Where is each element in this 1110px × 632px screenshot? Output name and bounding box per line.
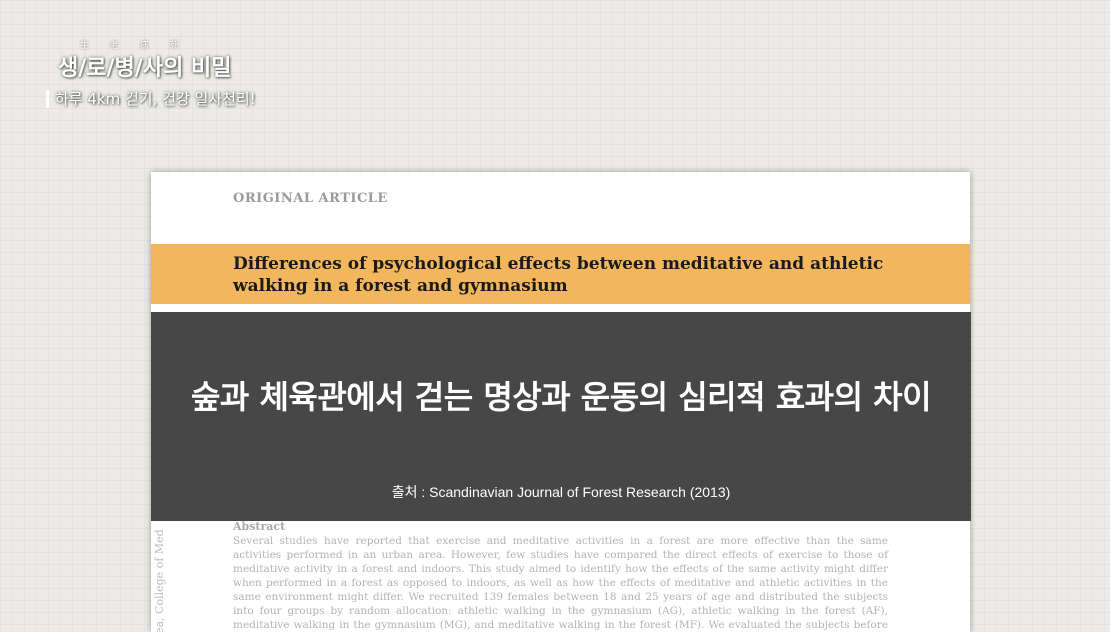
source-citation: 출처 : Scandinavian Journal of Forest Rese… <box>391 484 731 500</box>
article-type-label: ORIGINAL ARTICLE <box>233 191 388 206</box>
program-logo: 生 老 病 死 생/로/병/사의 비밀 하루 4km 걷기, 건강 일사천리! <box>46 38 258 108</box>
article-title-band: Differences of psychological effects bet… <box>151 244 970 304</box>
abstract-section: Abstract Several studies have reported t… <box>233 520 888 632</box>
abstract-body: Several studies have reported that exerc… <box>233 535 888 631</box>
episode-subtitle: 하루 4km 걷기, 건강 일사천리! <box>46 90 256 108</box>
korean-caption-title: 숲과 체육관에서 걷는 명상과 운동의 심리적 효과의 차이 <box>190 378 932 416</box>
caption-overlay: 숲과 체육관에서 걷는 명상과 운동의 심리적 효과의 차이 출처 : Scan… <box>151 312 971 521</box>
abstract-heading: Abstract <box>233 520 286 533</box>
article-title: Differences of psychological effects bet… <box>233 254 884 296</box>
affiliation-side-text: ea, College of Med <box>153 529 166 632</box>
logo-title: 생/로/병/사의 비밀 <box>58 56 232 81</box>
